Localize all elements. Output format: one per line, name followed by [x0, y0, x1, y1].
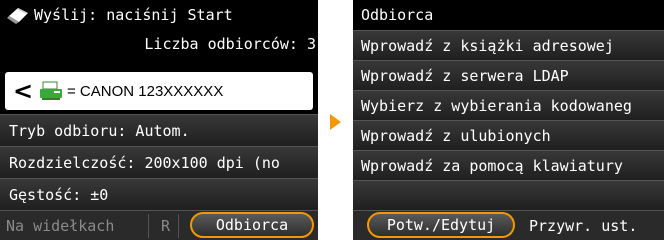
destination-field[interactable]: < = CANON 123XXXXXX	[5, 72, 313, 110]
menu-item-ldap[interactable]: Wprowadź z serwera LDAP	[353, 60, 664, 90]
setting-resolution[interactable]: Rozdzielczość: 200x100 dpi (no	[0, 146, 318, 178]
recipient-count-area: Liczba odbiorców: 3	[0, 30, 318, 70]
right-bottom-bar: Potw./Edytuj Przywr. ust.	[353, 210, 664, 240]
recipient-menu-screen: Odbiorca Wprowadź z książki adresowej Wp…	[353, 0, 664, 240]
menu-item-coded-dial[interactable]: Wybierz z wybierania kodowaneg	[353, 90, 664, 120]
divider	[148, 214, 149, 238]
menu-item-address-book[interactable]: Wprowadź z książki adresowej	[353, 30, 664, 60]
divider	[178, 214, 179, 238]
recall-settings-button[interactable]: Przywr. ust.	[529, 211, 637, 240]
setting-density[interactable]: Gęstość: ±0	[0, 178, 318, 210]
recipient-count: Liczba odbiorców: 3	[144, 35, 316, 53]
destination-text: = CANON 123XXXXXX	[67, 82, 224, 100]
menu-item-keyboard[interactable]: Wprowadź za pomocą klawiatury	[353, 150, 664, 180]
fax-icon	[40, 81, 62, 100]
menu-title: Odbiorca	[361, 6, 434, 24]
send-icon	[7, 8, 28, 24]
fax-send-screen: Wyślij: naciśnij Start Liczba odbiorców:…	[0, 0, 318, 240]
on-hook-button[interactable]: Na widełkach	[6, 211, 114, 240]
left-bottom-bar: Na widełkach R Odbiorca	[0, 210, 318, 240]
menu-item-favorites[interactable]: Wprowadź z ulubionych	[353, 120, 664, 150]
menu-item-empty	[353, 180, 664, 210]
send-header-text: Wyślij: naciśnij Start	[34, 6, 233, 24]
confirm-edit-button[interactable]: Potw./Edytuj	[367, 212, 515, 238]
setting-receive-mode[interactable]: Tryb odbioru: Autom.	[0, 114, 318, 146]
send-header: Wyślij: naciśnij Start	[0, 0, 318, 30]
r-button[interactable]: R	[161, 211, 170, 240]
back-icon[interactable]: <	[9, 77, 37, 105]
next-arrow-icon	[330, 114, 341, 130]
recipient-button[interactable]: Odbiorca	[190, 212, 314, 238]
